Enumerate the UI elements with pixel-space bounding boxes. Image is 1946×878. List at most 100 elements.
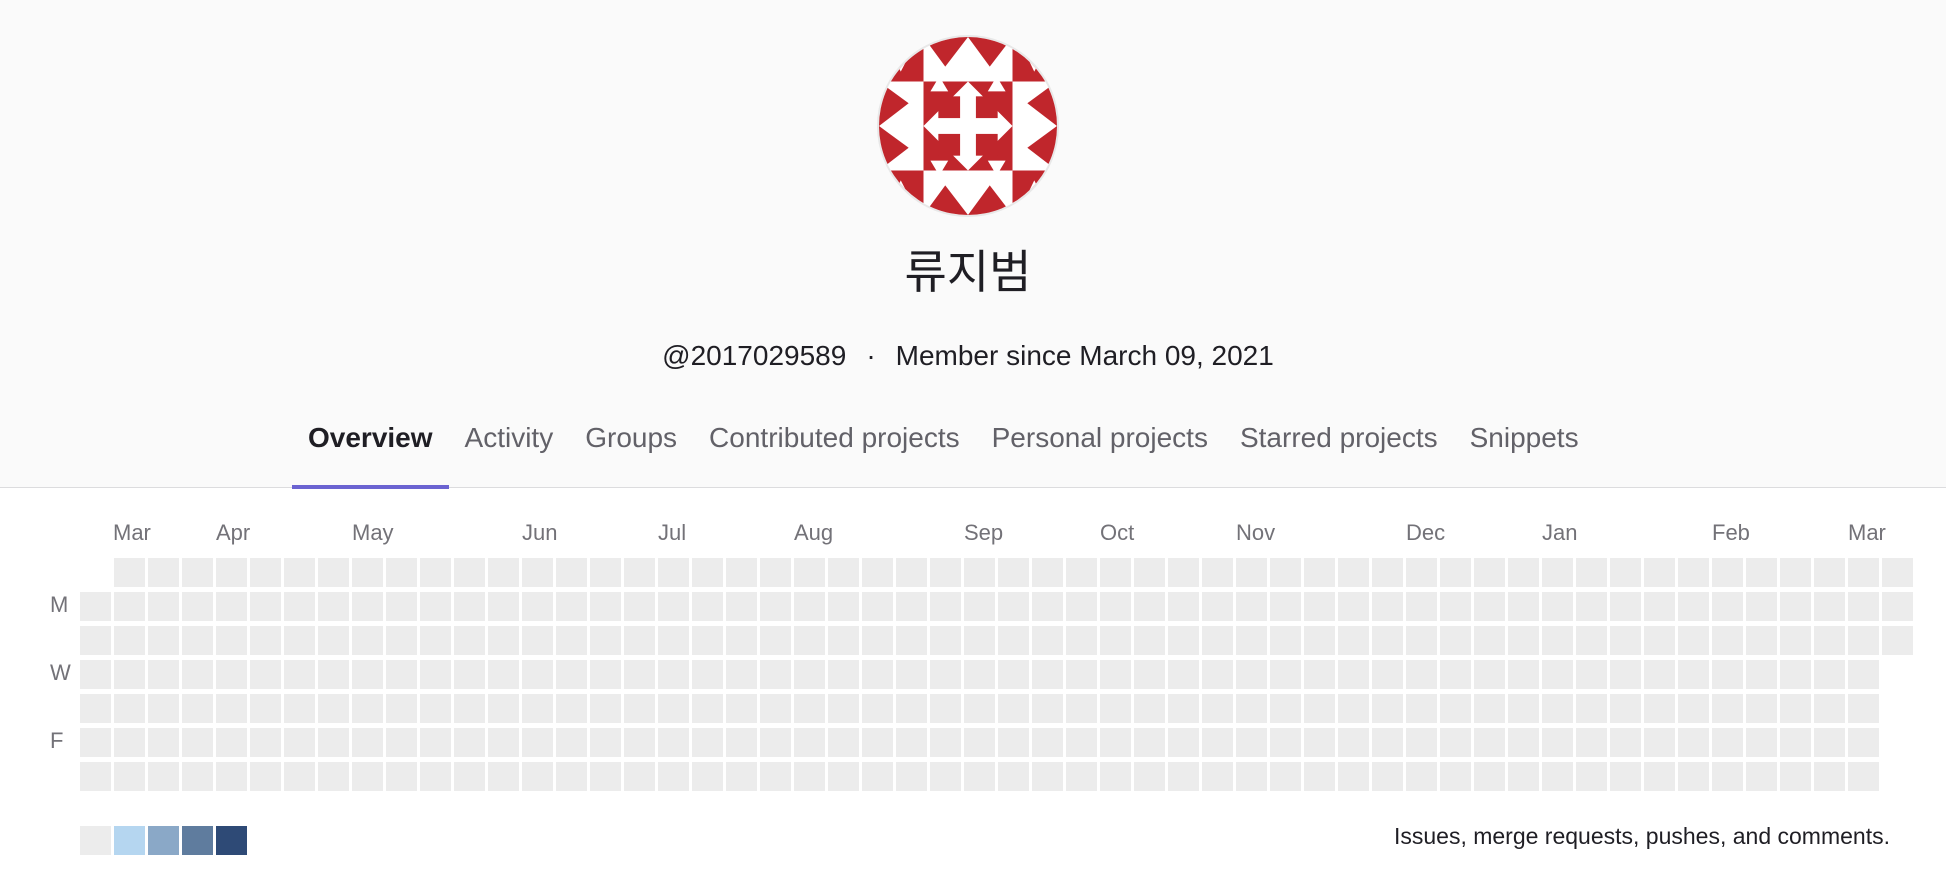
calendar-day-cell[interactable] [590,728,621,757]
calendar-day-cell[interactable] [862,558,893,587]
calendar-day-cell[interactable] [1542,592,1573,621]
calendar-day-cell[interactable] [284,558,315,587]
calendar-day-cell[interactable] [726,728,757,757]
calendar-day-cell[interactable] [1780,660,1811,689]
calendar-day-cell[interactable] [284,592,315,621]
calendar-day-cell[interactable] [760,592,791,621]
calendar-day-cell[interactable] [1848,728,1879,757]
calendar-day-cell[interactable] [692,558,723,587]
calendar-day-cell[interactable] [1882,626,1913,655]
calendar-day-cell[interactable] [930,592,961,621]
calendar-day-cell[interactable] [1712,694,1743,723]
calendar-day-cell[interactable] [726,762,757,791]
calendar-day-cell[interactable] [1338,626,1369,655]
calendar-day-cell[interactable] [692,660,723,689]
calendar-day-cell[interactable] [1678,626,1709,655]
calendar-day-cell[interactable] [1644,626,1675,655]
calendar-day-cell[interactable] [1746,694,1777,723]
calendar-day-cell[interactable] [794,694,825,723]
calendar-day-cell[interactable] [454,660,485,689]
calendar-day-cell[interactable] [1100,660,1131,689]
calendar-day-cell[interactable] [114,694,145,723]
calendar-day-cell[interactable] [556,762,587,791]
calendar-day-cell[interactable] [1202,558,1233,587]
calendar-day-cell[interactable] [1304,592,1335,621]
calendar-day-cell[interactable] [114,728,145,757]
calendar-day-cell[interactable] [386,558,417,587]
calendar-day-cell[interactable] [1746,592,1777,621]
calendar-day-cell[interactable] [1610,728,1641,757]
calendar-day-cell[interactable] [794,728,825,757]
calendar-day-cell[interactable] [1508,728,1539,757]
calendar-day-cell[interactable] [862,660,893,689]
calendar-day-cell[interactable] [114,558,145,587]
calendar-day-cell[interactable] [386,626,417,655]
calendar-day-cell[interactable] [658,728,689,757]
calendar-day-cell[interactable] [1678,660,1709,689]
calendar-day-cell[interactable] [556,626,587,655]
calendar-day-cell[interactable] [1338,558,1369,587]
calendar-day-cell[interactable] [488,626,519,655]
calendar-day-cell[interactable] [1372,660,1403,689]
calendar-day-cell[interactable] [1134,592,1165,621]
calendar-day-cell[interactable] [1848,660,1879,689]
calendar-day-cell[interactable] [1746,626,1777,655]
calendar-day-cell[interactable] [1882,592,1913,621]
calendar-day-cell[interactable] [1542,558,1573,587]
calendar-day-cell[interactable] [658,558,689,587]
calendar-day-cell[interactable] [1202,694,1233,723]
calendar-day-cell[interactable] [318,626,349,655]
calendar-day-cell[interactable] [1202,626,1233,655]
calendar-day-cell[interactable] [182,558,213,587]
calendar-day-cell[interactable] [1066,592,1097,621]
calendar-day-cell[interactable] [1678,592,1709,621]
calendar-day-cell[interactable] [1542,626,1573,655]
calendar-day-cell[interactable] [1882,558,1913,587]
calendar-day-cell[interactable] [1508,762,1539,791]
calendar-day-cell[interactable] [216,558,247,587]
calendar-day-cell[interactable] [624,592,655,621]
calendar-day-cell[interactable] [250,694,281,723]
calendar-day-cell[interactable] [1848,558,1879,587]
calendar-day-cell[interactable] [114,660,145,689]
calendar-day-cell[interactable] [1134,558,1165,587]
tab-starred-projects[interactable]: Starred projects [1224,412,1454,488]
tab-contributed-projects[interactable]: Contributed projects [693,412,976,488]
calendar-day-cell[interactable] [1644,660,1675,689]
calendar-day-cell[interactable] [658,762,689,791]
calendar-day-cell[interactable] [250,626,281,655]
calendar-day-cell[interactable] [1168,694,1199,723]
calendar-day-cell[interactable] [1474,694,1505,723]
calendar-day-cell[interactable] [1270,660,1301,689]
calendar-day-cell[interactable] [1338,694,1369,723]
calendar-day-cell[interactable] [1372,762,1403,791]
calendar-day-cell[interactable] [1644,728,1675,757]
calendar-day-cell[interactable] [1270,694,1301,723]
calendar-day-cell[interactable] [522,694,553,723]
calendar-day-cell[interactable] [386,592,417,621]
calendar-day-cell[interactable] [148,762,179,791]
calendar-day-cell[interactable] [590,592,621,621]
calendar-day-cell[interactable] [1814,558,1845,587]
calendar-day-cell[interactable] [1134,660,1165,689]
calendar-day-cell[interactable] [1474,592,1505,621]
calendar-day-cell[interactable] [1406,558,1437,587]
calendar-day-cell[interactable] [1236,558,1267,587]
calendar-day-cell[interactable] [1236,626,1267,655]
calendar-day-cell[interactable] [1712,762,1743,791]
calendar-day-cell[interactable] [216,694,247,723]
calendar-day-cell[interactable] [1066,626,1097,655]
calendar-day-cell[interactable] [624,728,655,757]
calendar-day-cell[interactable] [1304,626,1335,655]
calendar-day-cell[interactable] [896,626,927,655]
calendar-day-cell[interactable] [522,558,553,587]
calendar-day-cell[interactable] [1270,592,1301,621]
calendar-day-cell[interactable] [284,660,315,689]
calendar-day-cell[interactable] [692,762,723,791]
calendar-day-cell[interactable] [1542,694,1573,723]
calendar-day-cell[interactable] [1372,728,1403,757]
calendar-day-cell[interactable] [1372,558,1403,587]
calendar-day-cell[interactable] [318,694,349,723]
calendar-day-cell[interactable] [420,592,451,621]
calendar-day-cell[interactable] [760,626,791,655]
